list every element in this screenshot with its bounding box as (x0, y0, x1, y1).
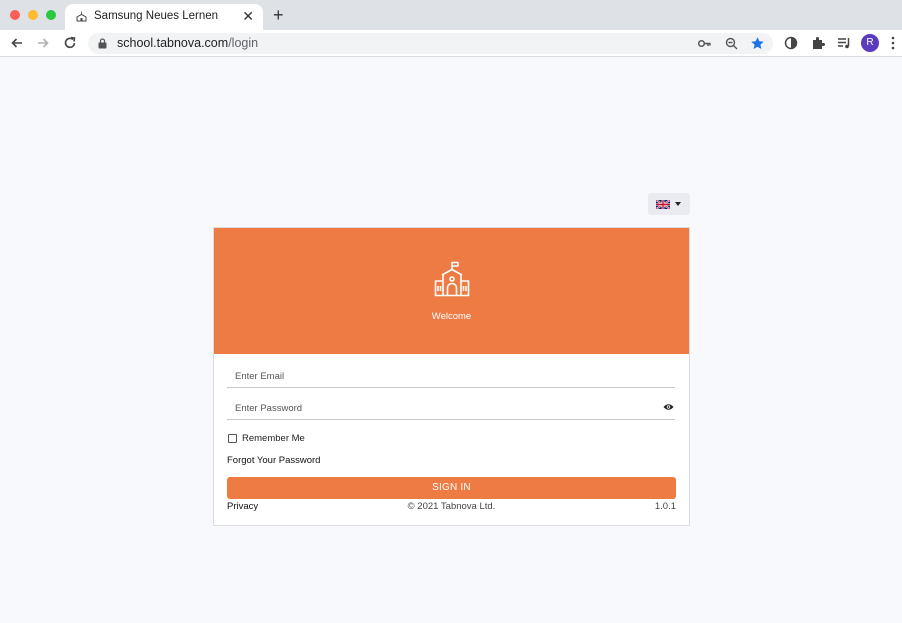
forward-arrow-icon[interactable] (35, 35, 51, 51)
uk-flag-icon (656, 200, 670, 209)
key-icon[interactable] (697, 36, 712, 51)
eye-icon[interactable] (663, 403, 674, 411)
forgot-password-link[interactable]: Forgot Your Password (227, 455, 320, 466)
puzzle-icon[interactable] (810, 35, 826, 51)
back-arrow-icon[interactable] (9, 35, 25, 51)
sign-in-button[interactable]: SIGN IN (227, 477, 676, 499)
password-field (227, 398, 675, 420)
login-header: Welcome (214, 228, 689, 354)
url-text: school.tabnova.com/login (117, 36, 259, 50)
kebab-menu-icon[interactable] (891, 36, 895, 50)
copyright-text: © 2021 Tabnova Ltd. (407, 501, 496, 512)
star-icon[interactable] (750, 36, 765, 51)
window-minimize-button[interactable] (28, 10, 38, 20)
browser-toolbar: school.tabnova.com/login R (0, 30, 902, 57)
browser-tab-bar: Samsung Neues Lernen ✕ + (0, 0, 902, 30)
lock-icon (98, 38, 107, 49)
tab-title: Samsung Neues Lernen (94, 10, 219, 22)
school-favicon-icon (76, 11, 87, 22)
media-queue-icon[interactable] (836, 35, 852, 51)
profile-avatar[interactable]: R (861, 34, 879, 52)
new-tab-button[interactable]: + (273, 6, 284, 24)
version-text: 1.0.1 (654, 501, 676, 512)
welcome-text: Welcome (431, 311, 472, 322)
extension-circle-icon[interactable] (783, 35, 799, 51)
reload-icon[interactable] (62, 35, 78, 51)
remember-me-label[interactable]: Remember Me (242, 433, 305, 444)
zoom-icon[interactable] (724, 36, 739, 51)
address-bar[interactable]: school.tabnova.com/login (88, 33, 773, 54)
school-icon (434, 261, 470, 297)
password-input[interactable] (227, 398, 675, 419)
remember-me-checkbox[interactable] (228, 434, 237, 443)
window-maximize-button[interactable] (46, 10, 56, 20)
browser-tab[interactable]: Samsung Neues Lernen ✕ (65, 4, 263, 30)
email-field (227, 366, 675, 388)
tab-close-icon[interactable]: ✕ (242, 8, 254, 24)
language-selector[interactable] (648, 193, 690, 215)
window-close-button[interactable] (10, 10, 20, 20)
email-input[interactable] (227, 366, 675, 387)
login-card: Welcome Remember Me Forgot Your Password… (213, 227, 690, 526)
chevron-down-icon (675, 202, 681, 206)
